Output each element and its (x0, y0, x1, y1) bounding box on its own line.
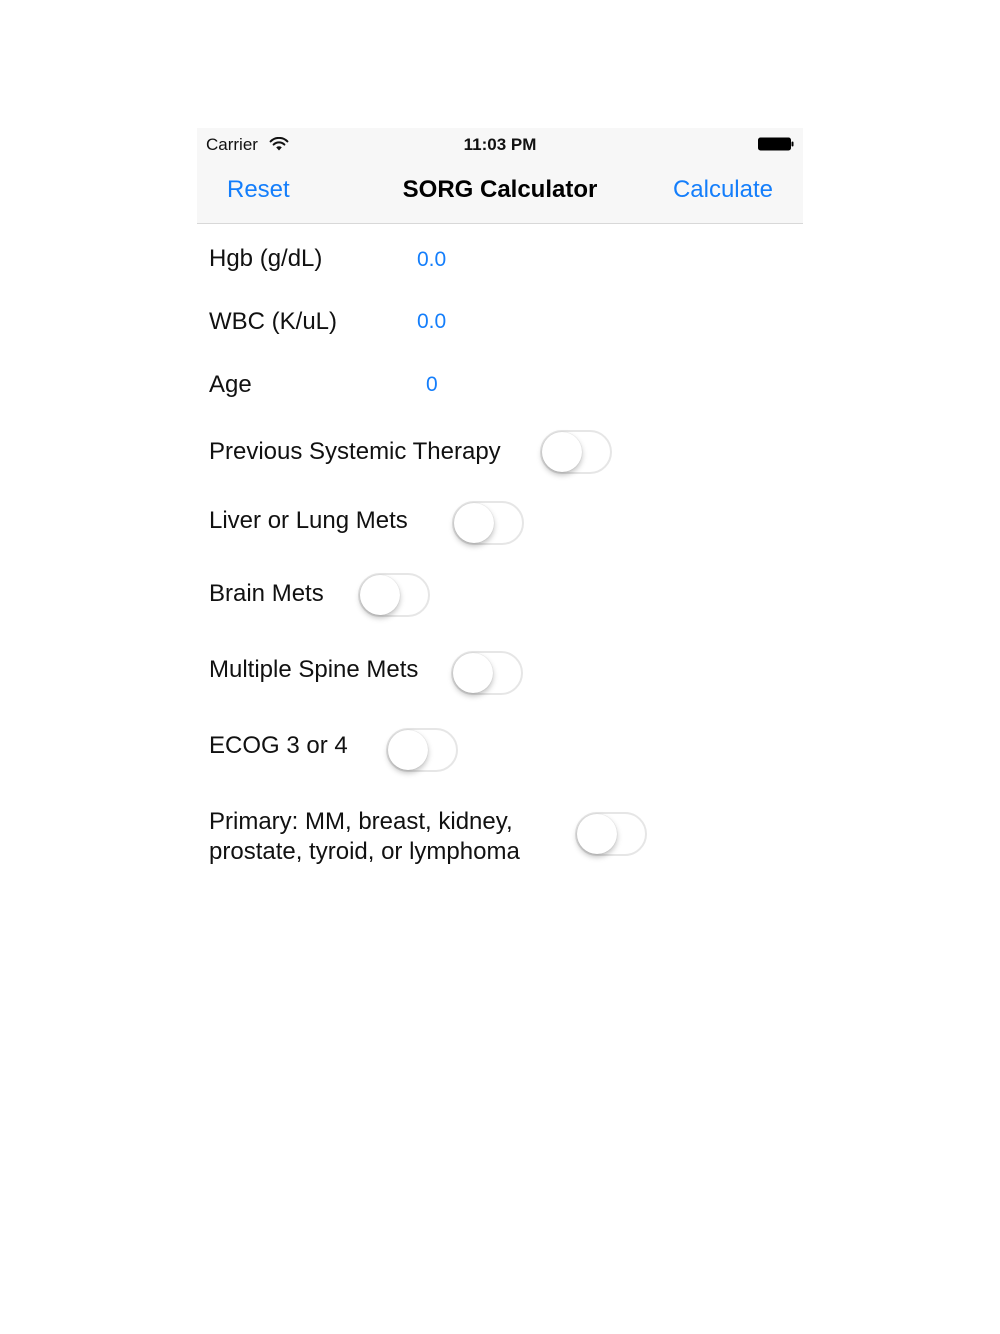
switch-knob (577, 814, 617, 854)
primary-label-line-2: prostate, tyroid, or lymphoma (209, 838, 520, 865)
status-time: 11:03 PM (463, 135, 537, 154)
switch-knob (453, 653, 493, 693)
switch-knob (388, 730, 428, 770)
switch-knob (542, 432, 582, 472)
primary-label: Primary: MM, breast, kidney, prostate, t… (209, 807, 569, 867)
switch-knob (360, 575, 400, 615)
ecog-3-or-4-label: ECOG 3 or 4 (209, 732, 348, 759)
brain-mets-switch[interactable] (358, 573, 430, 617)
primary-switch[interactable] (575, 812, 647, 856)
age-label: Age (209, 371, 252, 398)
ecog-3-or-4-switch[interactable] (386, 728, 458, 772)
previous-systemic-therapy-switch[interactable] (540, 430, 612, 474)
wbc-label: WBC (K/uL) (209, 308, 338, 335)
calculate-button[interactable]: Calculate (673, 176, 773, 204)
battery-full-icon (758, 137, 794, 151)
navigation-bar: Carrier 11:03 PM Reset SORG Calculator C… (197, 128, 803, 224)
switch-knob (454, 503, 494, 543)
wbc-field[interactable]: 0.0 (417, 309, 446, 335)
liver-or-lung-mets-label: Liver or Lung Mets (209, 507, 408, 534)
liver-or-lung-mets-switch[interactable] (452, 501, 524, 545)
multiple-spine-mets-switch[interactable] (451, 651, 523, 695)
hgb-label: Hgb (g/dL) (209, 245, 323, 272)
brain-mets-label: Brain Mets (209, 580, 324, 607)
app-screen: Carrier 11:03 PM Reset SORG Calculator C… (197, 128, 803, 888)
primary-label-line-1: Primary: MM, breast, kidney, (209, 808, 513, 835)
multiple-spine-mets-label: Multiple Spine Mets (209, 656, 419, 683)
age-field[interactable]: 0 (426, 372, 438, 398)
hgb-field[interactable]: 0.0 (417, 247, 446, 273)
previous-systemic-therapy-label: Previous Systemic Therapy (209, 438, 501, 465)
